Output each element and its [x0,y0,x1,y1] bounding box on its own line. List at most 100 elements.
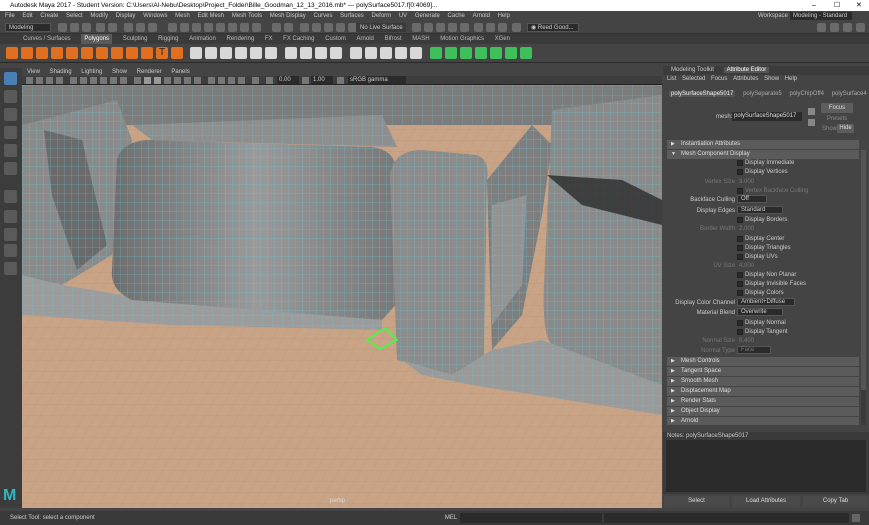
poly-text-icon[interactable]: T [156,47,168,59]
select-by-deformation-icon[interactable] [216,23,225,32]
display-tangent-checkbox[interactable] [737,329,743,335]
attribute-editor-icon[interactable] [830,23,839,32]
section-object-display[interactable]: Object Display [667,407,859,416]
shelf-tab-rendering[interactable]: Rendering [226,34,254,44]
menu-generate[interactable]: Generate [415,11,440,21]
menu-help[interactable]: Help [498,11,510,21]
select-tool-icon[interactable] [4,72,17,85]
display-non-planar-checkbox[interactable] [737,272,743,278]
arnold-render-icon[interactable] [486,23,495,32]
outliner-layout-icon[interactable] [4,262,17,275]
select-component-icon[interactable] [148,23,157,32]
open-scene-icon[interactable] [70,23,79,32]
section-tangent-space[interactable]: Tangent Space [667,367,859,376]
minimize-button[interactable]: – [812,0,816,11]
menu-display[interactable]: Display [116,11,136,21]
single-perspective-layout-icon[interactable] [4,210,17,223]
command-line-input[interactable] [460,513,602,523]
lights-icon[interactable] [184,77,191,84]
node-tab-shape[interactable]: polySurfaceShape5017 [669,91,736,97]
snap-curve-icon[interactable] [312,23,321,32]
combine-icon[interactable] [190,47,202,59]
move-tool-icon[interactable] [4,126,17,139]
textured-icon[interactable] [174,77,181,84]
poly-disc-icon[interactable] [96,47,108,59]
go-output-icon[interactable] [808,119,815,126]
material-blend-select[interactable]: Overwrite [737,308,783,316]
camera-exposure-icon[interactable] [266,77,273,84]
vp-menu-shading[interactable]: Shading [50,69,72,75]
display-immediate-checkbox[interactable] [737,160,743,166]
image-plane-icon[interactable] [56,77,63,84]
select-hierarchy-icon[interactable] [124,23,133,32]
ae-menu-list[interactable]: List [667,76,676,82]
shelf-tab-bifrost[interactable]: Bifrost [385,34,402,44]
sphere-shape-icon[interactable] [141,47,153,59]
menu-cache[interactable]: Cache [448,11,465,21]
channel-box-icon[interactable] [856,23,865,32]
menu-uv[interactable]: UV [399,11,407,21]
display-borders-checkbox[interactable] [737,217,743,223]
menu-curves[interactable]: Curves [313,11,332,21]
motion-blur-icon[interactable] [218,77,225,84]
shelf-tab-polygons[interactable]: Polygons [81,34,113,44]
arnold-ipr-icon[interactable] [498,23,507,32]
perspective-viewport[interactable]: persp [22,85,662,508]
poly-cube-icon[interactable] [21,47,33,59]
menu-create[interactable]: Create [40,11,58,21]
live-surface-field[interactable]: No Live Surface [356,23,406,32]
ipr-render-icon[interactable] [436,23,445,32]
select-object-icon[interactable] [136,23,145,32]
menu-windows[interactable]: Windows [143,11,167,21]
bevel-icon[interactable] [300,47,312,59]
vertex-backface-checkbox[interactable] [737,188,743,194]
go-input-icon[interactable] [808,108,815,115]
isolate-select-icon[interactable] [252,77,259,84]
snap-plane-icon[interactable] [336,23,345,32]
film-gate-icon[interactable] [80,77,87,84]
script-editor-icon[interactable] [852,514,860,522]
normal-size-field[interactable]: 0.400 [739,337,754,345]
wireframe-on-shaded-icon[interactable] [154,77,161,84]
copy-tab-button[interactable]: Copy Tab [803,496,868,507]
automatic-map-icon[interactable] [490,47,502,59]
hide-button[interactable]: Hide [837,124,854,133]
notes-textarea[interactable] [666,440,866,492]
svg-icon[interactable] [171,47,183,59]
depth-of-field-icon[interactable] [238,77,245,84]
vp-menu-renderer[interactable]: Renderer [137,69,162,75]
shelf-tab-sculpting[interactable]: Sculpting [123,34,148,44]
poly-sphere-icon[interactable] [6,47,18,59]
select-camera-icon[interactable] [26,77,33,84]
color-management-icon[interactable] [337,77,344,84]
scale-tool-icon[interactable] [4,162,17,175]
section-instantiation[interactable]: Instantiation Attributes [667,140,859,149]
super-shape-icon[interactable] [126,47,138,59]
tool-settings-icon[interactable] [843,23,852,32]
render-frame-icon[interactable] [424,23,433,32]
gamma-icon[interactable] [302,77,309,84]
color-channel-select[interactable]: Ambient+Diffuse [737,298,795,306]
workspace-select[interactable]: Modeling - Standard [790,12,852,20]
select-by-handle-icon[interactable] [168,23,177,32]
display-invisible-checkbox[interactable] [737,281,743,287]
wireframe-icon[interactable] [134,77,141,84]
tab-attribute-editor[interactable]: Attribute Editor [723,67,770,73]
xray-icon[interactable] [164,77,171,84]
select-by-dynamic-icon[interactable] [228,23,237,32]
menu-edit-mesh[interactable]: Edit Mesh [197,11,224,21]
save-scene-icon[interactable] [82,23,91,32]
shelf-tab-fx[interactable]: FX [265,34,273,44]
render-view-icon[interactable] [474,23,483,32]
tab-modeling-toolkit[interactable]: Modeling Toolkit [668,67,717,73]
display-edges-select[interactable]: Standard [737,206,783,214]
menu-mesh-display[interactable]: Mesh Display [270,11,306,21]
snap-grid-icon[interactable] [300,23,309,32]
shelf-tab-mash[interactable]: MASH [412,34,429,44]
menu-select[interactable]: Select [66,11,83,21]
last-tool-icon[interactable] [4,190,17,203]
select-by-joint-icon[interactable] [180,23,189,32]
vp-menu-panels[interactable]: Panels [171,69,189,75]
normal-type-select[interactable]: Face [737,346,771,354]
select-by-curve-icon[interactable] [192,23,201,32]
